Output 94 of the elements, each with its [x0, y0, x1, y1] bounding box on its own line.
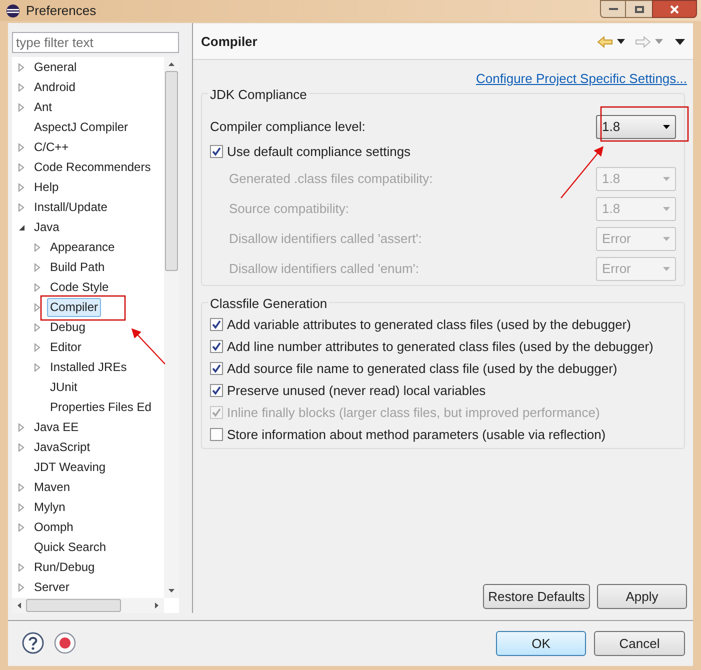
expand-icon[interactable]	[17, 102, 26, 112]
record-icon[interactable]	[54, 632, 76, 654]
tree-item[interactable]: Editor	[47, 338, 84, 356]
tree-item[interactable]: Mylyn	[31, 498, 68, 516]
tree-item[interactable]: JUnit	[47, 378, 80, 396]
arrow	[131, 328, 166, 364]
expand-icon[interactable]	[33, 262, 42, 272]
minimize-button[interactable]	[600, 0, 626, 18]
tree-item[interactable]: Code Recommenders	[31, 158, 154, 176]
expand-icon[interactable]	[33, 322, 42, 332]
field-label: Disallow identifiers called 'enum':	[229, 260, 419, 278]
tree-item[interactable]: Help	[31, 178, 62, 196]
field-label: Compiler compliance level:	[210, 118, 366, 136]
tree-item[interactable]: Properties Files Ed	[47, 398, 154, 416]
app-icon	[6, 4, 20, 18]
dropdown-icon[interactable]	[617, 39, 625, 44]
tree-item[interactable]: Compiler	[47, 298, 102, 316]
tree-item[interactable]: Maven	[31, 478, 74, 496]
caret-icon	[663, 124, 670, 128]
checkbox-label: Preserve unused (never read) local variables	[227, 382, 486, 400]
checkbox[interactable]	[210, 384, 223, 397]
caret-icon	[663, 176, 670, 180]
checkbox-label: Inline finally blocks (larger class files, but improved performance)	[227, 404, 600, 422]
menu-icon[interactable]	[675, 38, 685, 44]
close-button[interactable]	[652, 0, 697, 18]
expand-icon[interactable]	[33, 242, 42, 252]
tree-item[interactable]: C/C++	[31, 138, 72, 156]
tree-item[interactable]: Java	[31, 218, 62, 236]
maximize-button[interactable]	[626, 0, 652, 18]
tree-item[interactable]: General	[31, 58, 80, 76]
tree-item[interactable]: AspectJ Compiler	[31, 118, 132, 136]
tree-item[interactable]: Android	[31, 78, 78, 96]
expand-icon[interactable]	[17, 582, 26, 592]
dialog-button[interactable]: Restore Defaults	[483, 584, 590, 609]
caret-icon	[663, 236, 670, 240]
caret-icon	[663, 266, 670, 270]
tree-item[interactable]: JDT Weaving	[31, 458, 109, 476]
checkbox-label: Add line number attributes to generated class files (used by the debugger)	[227, 338, 654, 356]
checkbox-label: Add source file name to generated class file (used by the debugger)	[227, 360, 618, 378]
caret-icon	[663, 206, 670, 210]
expand-icon[interactable]	[33, 362, 42, 372]
dialog-button[interactable]: OK	[496, 630, 586, 656]
expand-icon[interactable]	[17, 422, 26, 432]
forward-arrow-icon[interactable]	[635, 36, 651, 48]
checkbox[interactable]	[210, 145, 223, 158]
tree-item[interactable]: Installed JREs	[47, 358, 130, 376]
tree-item[interactable]: Appearance	[47, 238, 118, 256]
tree-item[interactable]: Debug	[47, 318, 88, 336]
expand-icon[interactable]	[17, 142, 26, 152]
tree-item[interactable]: Oomph	[31, 518, 76, 536]
expand-icon[interactable]	[17, 522, 26, 532]
tree-item[interactable]: Build Path	[47, 258, 108, 276]
expand-icon[interactable]	[33, 282, 42, 292]
field-label: Source compatibility:	[229, 200, 349, 218]
checkbox[interactable]	[210, 318, 223, 331]
compliance-dropdown[interactable]: 1.8	[596, 114, 676, 138]
expand-icon[interactable]	[17, 82, 26, 92]
expand-icon[interactable]	[17, 182, 26, 192]
dialog-button[interactable]: Apply	[597, 584, 687, 609]
tree-item[interactable]: Code Style	[47, 278, 112, 296]
expand-icon[interactable]	[17, 162, 26, 172]
expand-icon[interactable]	[17, 442, 26, 452]
expand-icon[interactable]	[17, 502, 26, 512]
expand-icon[interactable]	[17, 202, 26, 212]
collapse-icon[interactable]	[17, 222, 26, 232]
tree-item[interactable]: Run/Debug	[31, 558, 98, 576]
expand-icon[interactable]	[17, 482, 26, 492]
expand-icon[interactable]	[17, 562, 26, 572]
expand-icon[interactable]	[17, 62, 26, 72]
tree-item[interactable]: JavaScript	[31, 438, 94, 456]
close-icon	[670, 4, 679, 14]
project-settings-link[interactable]: Configure Project Specific Settings...	[476, 69, 687, 88]
tree-item[interactable]: Server	[31, 578, 72, 596]
checkbox[interactable]	[210, 428, 223, 441]
page-title: Compiler	[201, 32, 258, 51]
field-label: Disallow identifiers called 'assert':	[229, 230, 422, 248]
filter-field[interactable]: type filter text	[12, 32, 179, 53]
expand-icon[interactable]	[33, 302, 42, 312]
field-label: Generated .class files compatibility:	[229, 170, 433, 188]
tree-item[interactable]: Install/Update	[31, 198, 110, 216]
tree-item[interactable]: Quick Search	[31, 538, 110, 556]
horizontal-scrollbar[interactable]	[12, 598, 164, 613]
arrow	[560, 146, 604, 198]
checkbox-label: Store information about method parameters (usable via reflection)	[227, 426, 606, 444]
window-title: Preferences	[26, 2, 96, 20]
tree-item[interactable]: Ant	[31, 98, 56, 116]
help-icon[interactable]	[22, 632, 44, 654]
tree-item[interactable]: Java EE	[31, 418, 82, 436]
expand-icon[interactable]	[33, 342, 42, 352]
checkbox-label: Add variable attributes to generated class files (used by the debugger)	[227, 316, 631, 334]
dialog-button[interactable]: Cancel	[594, 630, 685, 656]
checkbox[interactable]	[210, 340, 223, 353]
checkbox-label: Use default compliance settings	[227, 142, 411, 161]
checkbox[interactable]	[210, 362, 223, 375]
